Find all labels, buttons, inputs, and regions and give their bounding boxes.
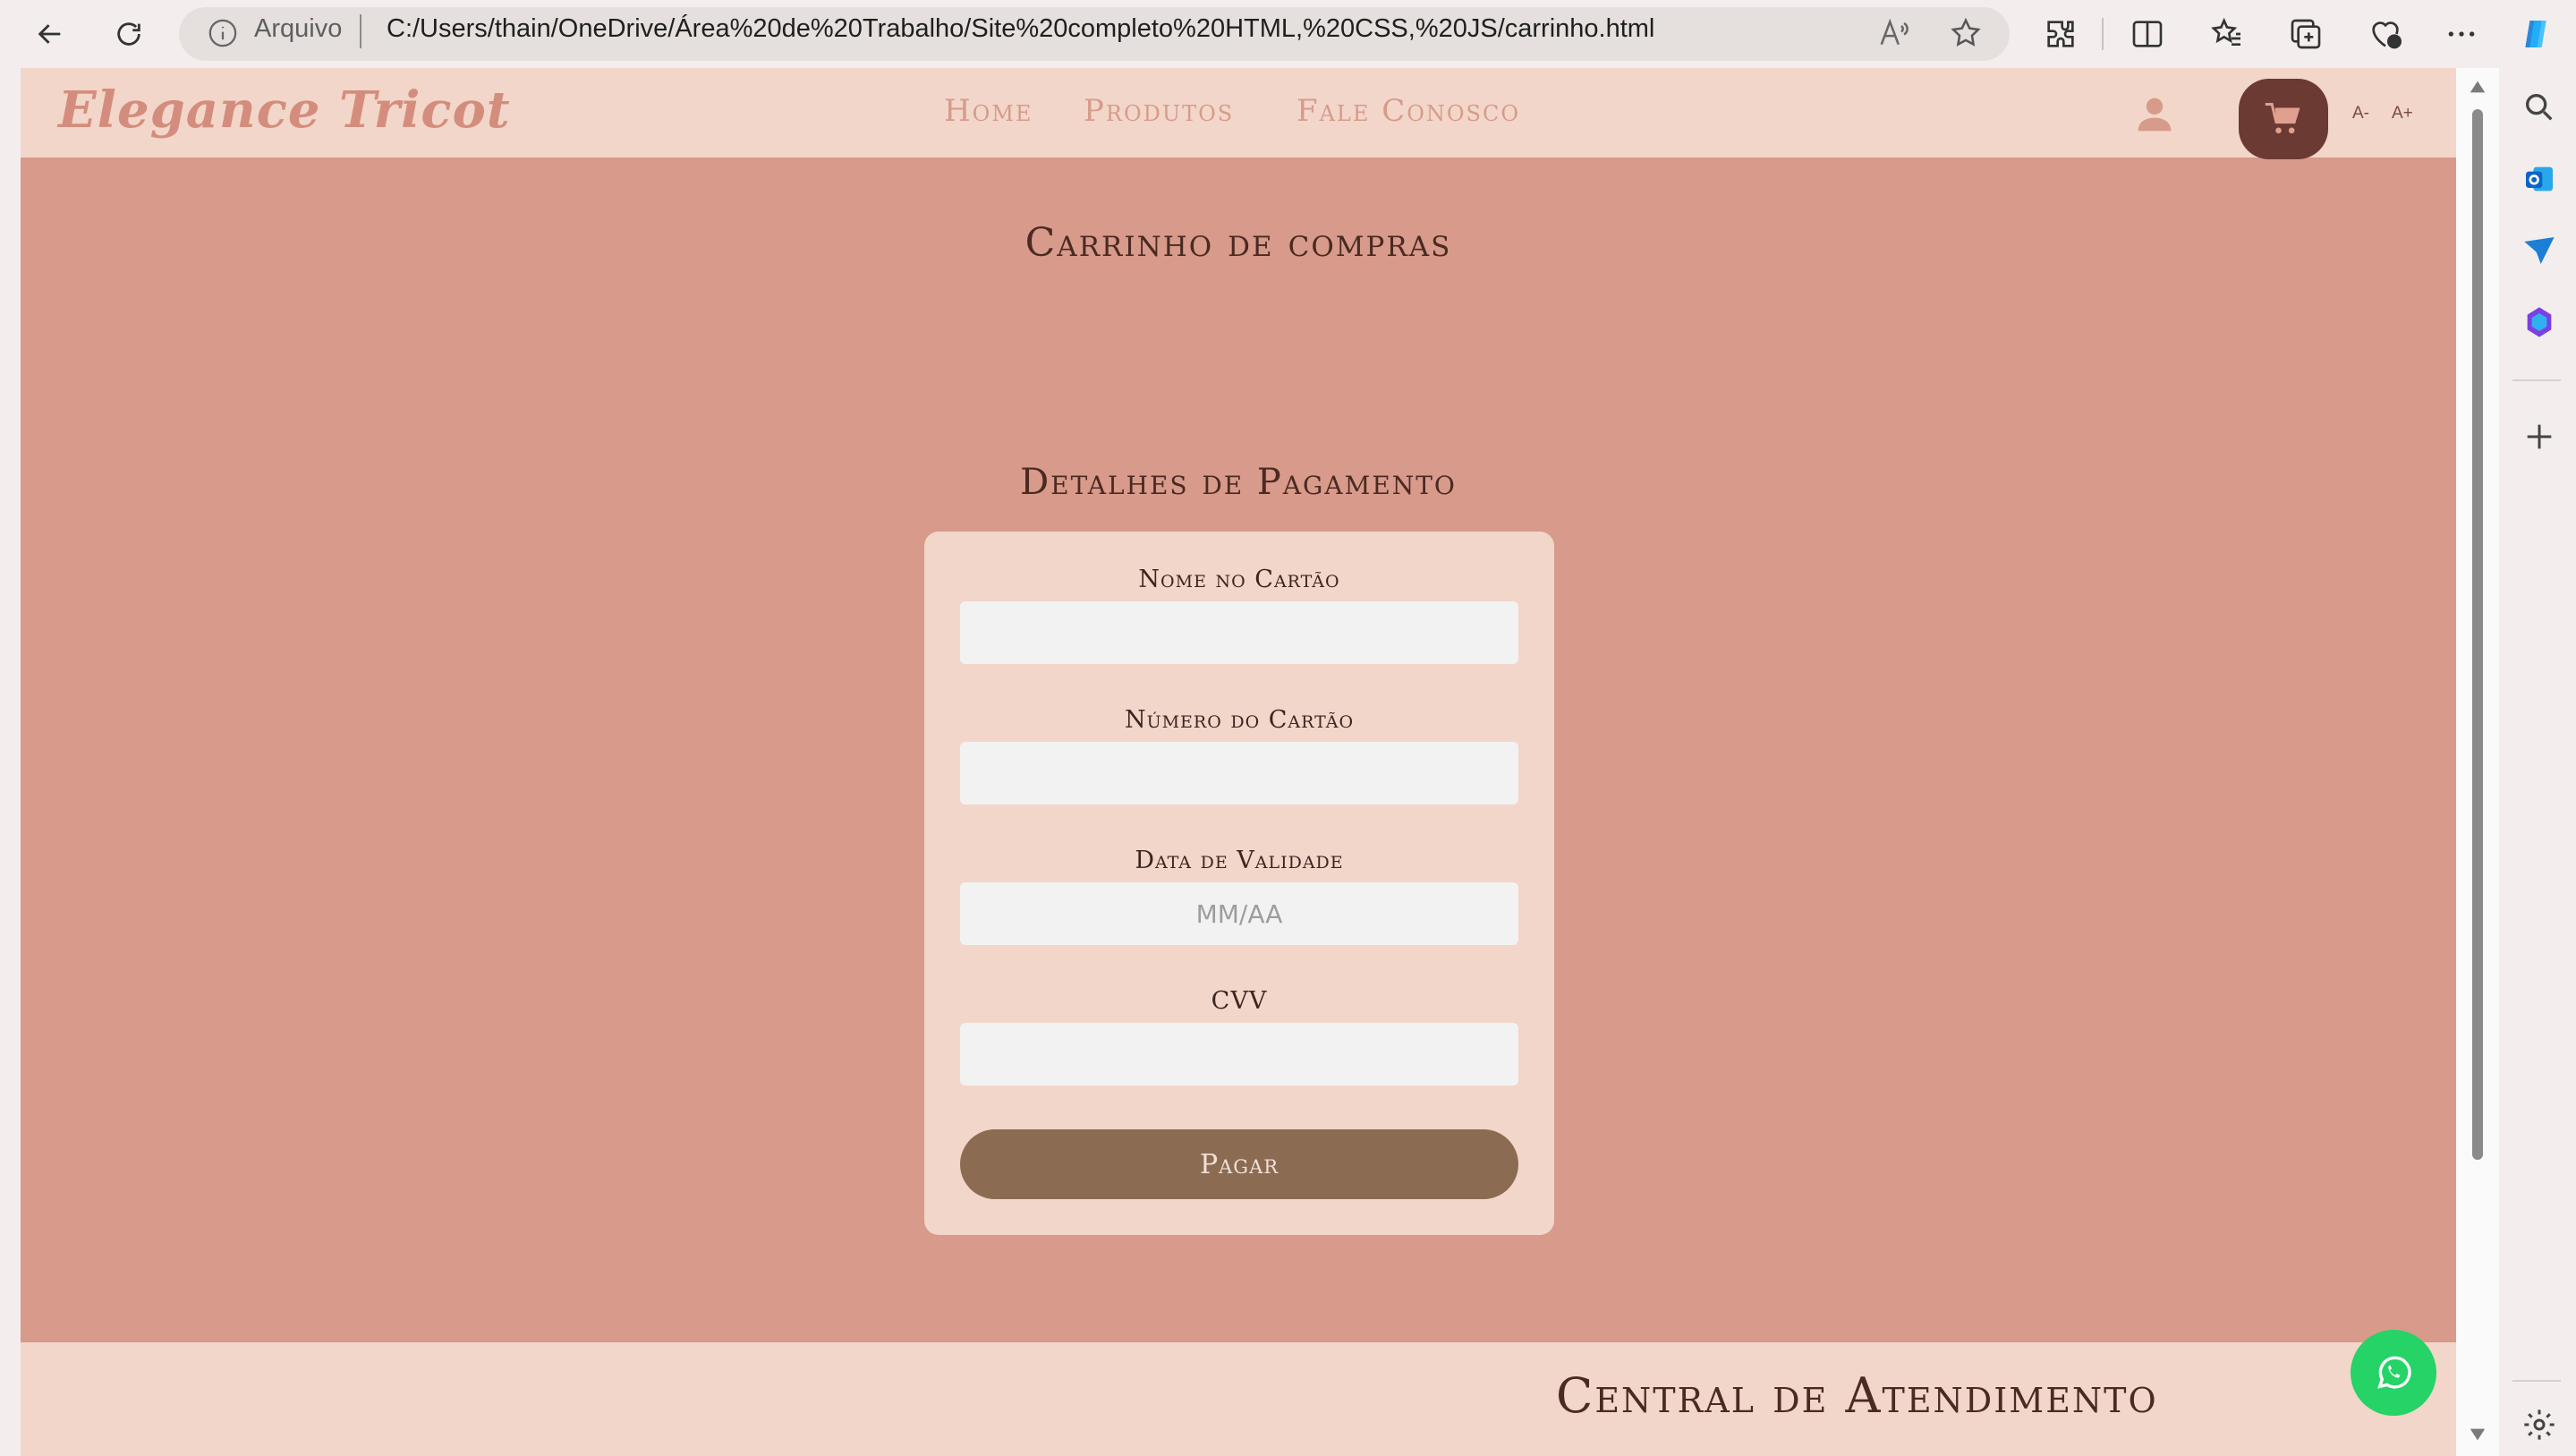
nav-fale-conosco[interactable]: Fale Conosco xyxy=(1297,93,1520,129)
sidebar-divider xyxy=(2512,379,2561,381)
font-increase-button[interactable]: A+ xyxy=(2392,104,2413,123)
cvv-input[interactable] xyxy=(960,1023,1518,1086)
favorite-star-icon[interactable] xyxy=(1949,16,1983,50)
scroll-down-arrow-icon[interactable] xyxy=(2468,1426,2487,1443)
toolbar-divider xyxy=(2102,18,2104,50)
browser-sidebar xyxy=(2512,68,2576,1456)
scrollbar-thumb[interactable] xyxy=(2472,109,2483,1160)
user-icon[interactable] xyxy=(2135,95,2174,134)
collections-icon[interactable] xyxy=(2288,16,2324,52)
site-logo[interactable]: Elegance Tricot xyxy=(58,81,511,140)
more-options-icon[interactable] xyxy=(2444,16,2479,52)
extensions-icon[interactable] xyxy=(2043,16,2079,52)
card-name-input[interactable] xyxy=(960,601,1518,664)
whatsapp-button[interactable] xyxy=(2351,1330,2436,1416)
pay-button[interactable]: Pagar xyxy=(960,1129,1518,1199)
page-viewport: Elegance Tricot Home Produtos Fale Conos… xyxy=(21,68,2456,1456)
refresh-icon xyxy=(117,22,140,46)
copilot-icon[interactable] xyxy=(2518,16,2554,52)
microsoft-365-icon[interactable] xyxy=(2521,304,2557,340)
back-button[interactable] xyxy=(23,7,77,61)
outlook-icon[interactable] xyxy=(2521,161,2557,197)
read-aloud-icon[interactable] xyxy=(1877,16,1911,50)
card-number-label: Número do Cartão xyxy=(1124,706,1355,734)
font-decrease-button[interactable]: A- xyxy=(2352,104,2369,123)
card-name-label: Nome no Cartão xyxy=(1138,566,1340,593)
whatsapp-icon xyxy=(2377,1356,2411,1389)
shopping-cart-icon xyxy=(2265,103,2300,134)
add-icon[interactable] xyxy=(2521,419,2557,455)
favorites-icon[interactable] xyxy=(2209,16,2245,52)
search-icon[interactable] xyxy=(2521,89,2557,125)
site-header: Elegance Tricot Home Produtos Fale Conos… xyxy=(21,68,2456,159)
info-icon[interactable] xyxy=(208,18,238,48)
cvv-label: CVV xyxy=(1211,987,1268,1015)
split-screen-icon[interactable] xyxy=(2130,16,2165,52)
site-footer: Central de Atendimento xyxy=(21,1342,2456,1456)
address-url[interactable]: C:/Users/thain/OneDrive/Área%20de%20Trab… xyxy=(387,14,1654,44)
footer-title: Central de Atendimento xyxy=(1556,1367,2158,1424)
cart-title: Carrinho de compras xyxy=(1024,220,1452,266)
payment-title: Detalhes de Pagamento xyxy=(1020,462,1457,503)
nav-home[interactable]: Home xyxy=(944,93,1033,129)
browser-essentials-icon[interactable] xyxy=(2368,16,2403,52)
scroll-up-arrow-icon[interactable] xyxy=(2468,79,2487,95)
card-number-input[interactable] xyxy=(960,742,1518,805)
refresh-button[interactable] xyxy=(102,7,156,61)
expiry-date-input[interactable] xyxy=(960,882,1518,945)
sidebar-divider-bottom xyxy=(2512,1380,2561,1382)
address-scheme: Arquivo xyxy=(254,14,343,43)
cart-button[interactable] xyxy=(2239,79,2328,159)
back-arrow-icon xyxy=(38,24,61,44)
payment-form: Nome no Cartão Número do Cartão Data de … xyxy=(924,532,1554,1235)
expiry-date-label: Data de Validade xyxy=(1135,847,1344,874)
settings-gear-icon[interactable] xyxy=(2521,1407,2557,1443)
send-icon[interactable] xyxy=(2521,233,2557,268)
address-divider xyxy=(360,14,361,48)
nav-produtos[interactable]: Produtos xyxy=(1084,93,1234,129)
